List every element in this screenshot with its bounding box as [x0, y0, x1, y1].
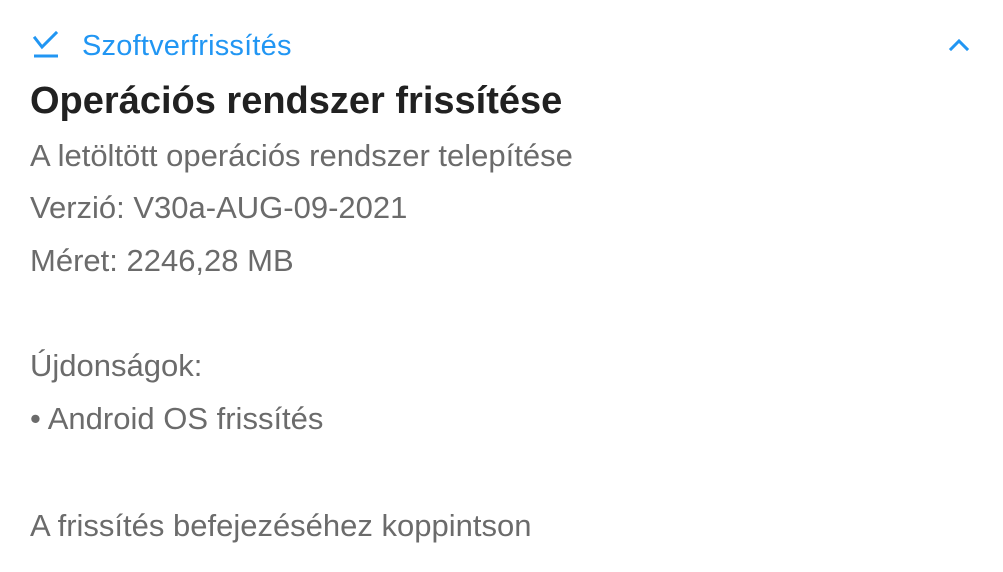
whats-new-heading: Újdonságok:	[30, 348, 203, 383]
notification-header: Szoftverfrissítés	[30, 24, 974, 68]
tap-to-finish-text: A frissítés befejezéséhez koppintson	[30, 508, 532, 543]
download-check-icon	[30, 30, 62, 62]
chevron-up-icon[interactable]	[944, 28, 974, 62]
whats-new-item: • Android OS frissítés	[30, 401, 324, 436]
version-text: Verzió: V30a-AUG-09-2021	[30, 190, 408, 225]
software-update-notification[interactable]: Szoftverfrissítés Operációs rendszer fri…	[0, 0, 1003, 572]
app-name: Szoftverfrissítés	[82, 29, 292, 62]
size-text: Méret: 2246,28 MB	[30, 243, 294, 278]
notification-description: A letöltött operációs rendszer telepítés…	[30, 138, 573, 173]
notification-title: Operációs rendszer frissítése	[30, 80, 563, 122]
